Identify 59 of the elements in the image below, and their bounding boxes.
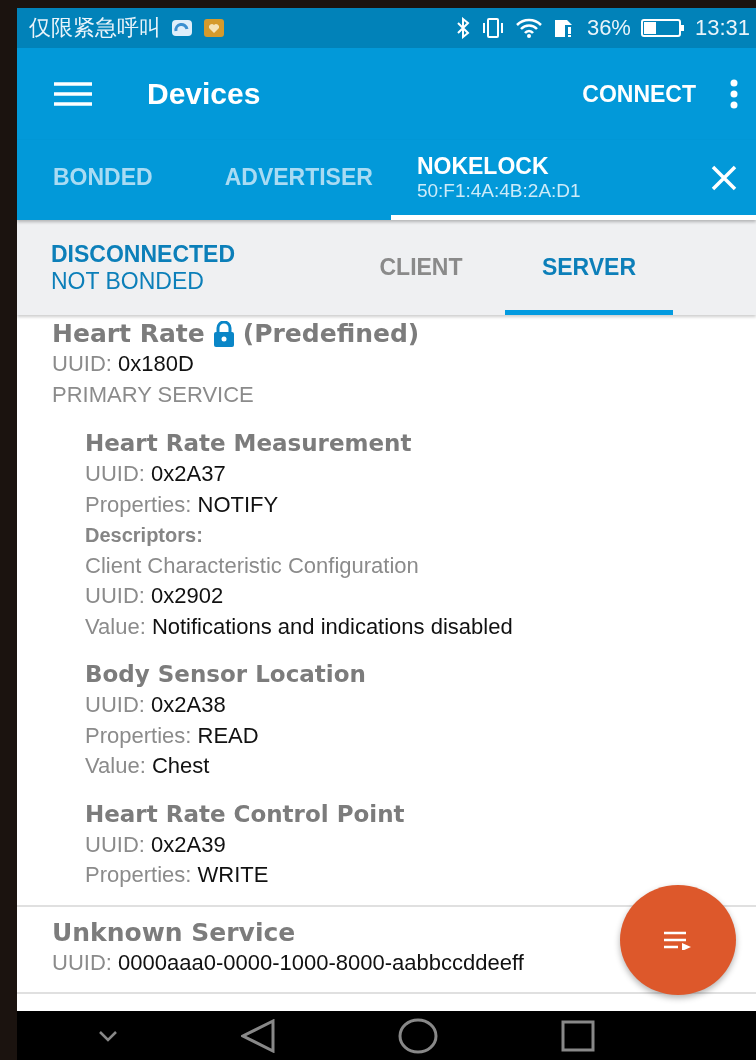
- field-label: Value:: [85, 753, 146, 778]
- bond-state: NOT BONDED: [51, 267, 205, 295]
- field-value: 0x2A38: [151, 692, 226, 717]
- descriptors-heading: Descriptors:: [85, 523, 204, 548]
- field-value: 0000aaa0-0000-1000-8000-aabbccddeeff: [118, 949, 524, 975]
- field-label: UUID:: [85, 692, 145, 717]
- field-value: Chest: [151, 753, 210, 778]
- characteristic-name: Heart Rate Measurement: [85, 429, 412, 458]
- field-value: WRITE: [197, 862, 269, 887]
- connection-state: DISCONNECTED: [51, 240, 236, 268]
- field-value: NOTIFY: [197, 491, 279, 517]
- descriptor-name: Client Characteristic Configuration: [85, 551, 420, 580]
- home-icon[interactable]: [397, 1017, 438, 1054]
- more-options-icon[interactable]: [730, 79, 738, 109]
- carrier-text: 仅限紧急呼叫: [29, 14, 161, 42]
- list-play-icon: [663, 930, 693, 950]
- back-icon[interactable]: [241, 1018, 276, 1053]
- field-value: Notifications and indications disabled: [151, 613, 513, 639]
- field-label: UUID:: [52, 949, 112, 975]
- device-tab[interactable]: BONDED: [17, 140, 171, 220]
- heart-app-icon: [203, 18, 225, 38]
- close-icon[interactable]: [710, 163, 738, 192]
- field-label: Properties:: [85, 722, 192, 748]
- field-value: 0x180D: [118, 351, 194, 376]
- characteristic-name: Heart Rate Control Point: [85, 799, 405, 829]
- field-value: READ: [197, 722, 259, 748]
- field-label: Properties:: [85, 491, 192, 517]
- view-tab[interactable]: SERVER: [505, 220, 673, 315]
- wifi-icon: [514, 17, 543, 39]
- field-label: UUID:: [52, 351, 112, 376]
- field-label: Properties:: [85, 862, 192, 887]
- connect-button[interactable]: CONNECT: [574, 72, 704, 116]
- device-tab[interactable]: ADVERTISER: [170, 140, 391, 220]
- cloud-app-icon: [171, 18, 193, 38]
- service-name: Unknown Service: [52, 916, 296, 948]
- field-label: UUID:: [85, 461, 145, 486]
- service-note: (Predefined): [242, 318, 420, 349]
- field-value: 0x2902: [151, 583, 224, 608]
- device-address: 50:F1:4A:4B:2A:D1: [416, 180, 581, 202]
- recents-icon[interactable]: [560, 1019, 595, 1052]
- battery-icon: [640, 17, 685, 39]
- field-label: UUID:: [85, 831, 145, 857]
- view-tab[interactable]: CLIENT: [337, 220, 505, 315]
- device-name: NOKELOCK: [416, 153, 550, 180]
- service-name: Heart Rate: [52, 318, 205, 349]
- log-button[interactable]: [620, 885, 736, 995]
- characteristic-name: Body Sensor Location: [85, 660, 366, 689]
- chevron-down-icon[interactable]: [98, 1029, 119, 1042]
- menu-icon[interactable]: [53, 81, 93, 107]
- battery-percent: 36%: [586, 15, 631, 41]
- field-label: Value:: [85, 613, 146, 639]
- field-value: 0x2A37: [151, 461, 226, 486]
- clock-time: 13:31: [694, 15, 750, 41]
- field-value: 0x2A39: [151, 831, 226, 857]
- service-type: PRIMARY SERVICE: [52, 380, 255, 409]
- field-label: UUID:: [85, 583, 145, 608]
- vibrate-icon: [480, 17, 505, 39]
- app-title: Devices: [147, 77, 262, 111]
- bluetooth-icon: [454, 17, 471, 39]
